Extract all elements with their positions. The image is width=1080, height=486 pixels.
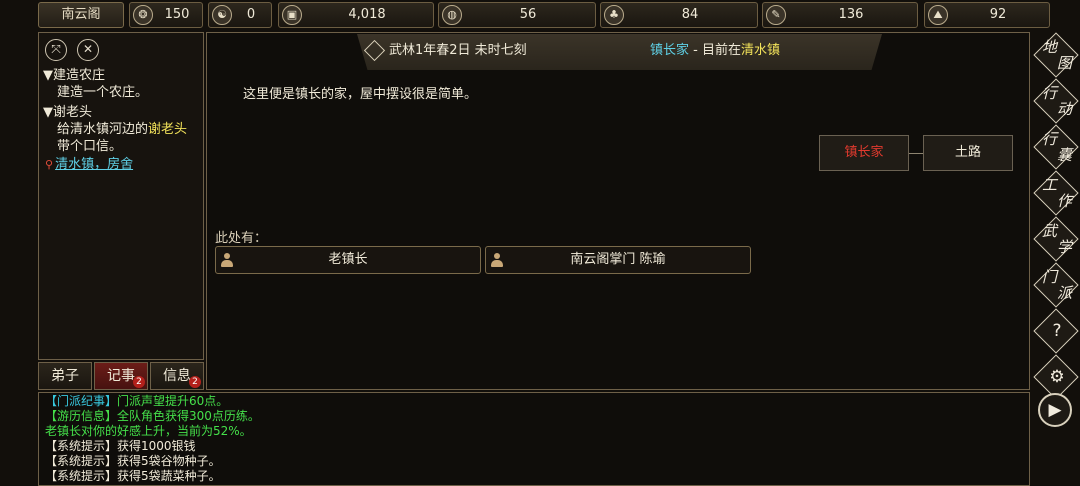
stat-coins: ▣ 4,018	[278, 2, 434, 28]
herb-icon: ♣	[604, 5, 624, 25]
stat-value: 136	[838, 7, 864, 22]
quest-panel: ⤧ ✕ ▼建造农庄 建造一个农庄。 ▼谢老头 给清水镇河边的谢老头 带个口信。 …	[38, 32, 204, 360]
quest-desc-text: 给清水镇河边的	[57, 122, 149, 137]
log-text: 获得1000银钱	[117, 439, 196, 453]
nav-label: 行动	[1042, 84, 1072, 118]
quest-desc-cont: 带个口信。	[57, 139, 123, 154]
stat-wood: ✎ 136	[762, 2, 918, 28]
panel-tabs: 弟子 记事 2 信息 2	[38, 362, 204, 391]
log-line: 【系统提示】获得5袋谷物种子。	[45, 454, 221, 469]
location-pin-icon: ⚲	[45, 158, 54, 171]
nav-action-button[interactable]: 行动	[1033, 78, 1079, 124]
log-tag: 【游历信息】	[45, 409, 118, 423]
sect-name-button[interactable]: 南云阁	[38, 2, 124, 28]
stat-grain: ◍ 56	[438, 2, 596, 28]
game-date: 武林1年春2日 未时七刻	[389, 43, 527, 58]
log-text: 老镇长对你的好感上升，当前为52%。	[45, 424, 252, 438]
stat-prestige: ❂ 150	[129, 2, 203, 28]
log-tag: 【系统提示】	[45, 454, 118, 468]
stat-value: 56	[519, 7, 537, 22]
npc-button[interactable]: 南云阁掌门 陈瑜	[485, 246, 751, 274]
tab-journal[interactable]: 记事 2	[94, 362, 148, 390]
quest-desc: 建造一个农庄。	[57, 85, 149, 100]
here-label: 此处有：	[215, 231, 268, 246]
nav-label: 行囊	[1042, 130, 1072, 164]
prestige-icon: ❂	[133, 5, 153, 25]
log-line: 老镇长对你的好感上升，当前为52%。	[45, 424, 252, 439]
quest-title[interactable]: ▼建造农庄	[43, 67, 105, 84]
nav-label: 地图	[1042, 38, 1072, 72]
close-icon[interactable]: ✕	[77, 39, 99, 61]
scene-panel: 武林1年春2日 未时七刻 镇长家 - 目前在清水镇 这里便是镇长的家，屋中摆设很…	[206, 32, 1030, 390]
help-icon: ?	[1052, 321, 1062, 341]
tab-label: 信息	[163, 368, 191, 384]
current-location: 镇长家 - 目前在清水镇	[650, 34, 780, 68]
nav-work-button[interactable]: 工作	[1033, 170, 1079, 216]
nav-bag-button[interactable]: 行囊	[1033, 124, 1079, 170]
time-location-banner: 武林1年春2日 未时七刻 镇长家 - 目前在清水镇	[357, 34, 882, 70]
log-line: 【系统提示】获得1000银钱	[45, 439, 196, 454]
quest-location-link[interactable]: ⚲ 清水镇，房舍	[45, 156, 133, 173]
nav-martial-button[interactable]: 武学	[1033, 216, 1079, 262]
help-button[interactable]: ?	[1033, 308, 1079, 354]
log-line: 【游历信息】全队角色获得300点历练。	[45, 409, 260, 424]
nav-label: 门派	[1042, 268, 1072, 302]
stat-herbs: ♣ 84	[600, 2, 758, 28]
nav-label: 武学	[1042, 222, 1072, 256]
log-tag: 【门派纪事】	[45, 394, 118, 408]
ore-icon: ⛰	[928, 5, 948, 25]
location-place: 镇长家	[650, 43, 690, 58]
side-nav: 地图 行动 行囊 工作 武学 门派 ? ⚙ ▶	[1033, 32, 1080, 486]
log-tag: 【系统提示】	[45, 469, 118, 483]
quest-title[interactable]: ▼谢老头	[43, 104, 92, 121]
map-node-current[interactable]: 镇长家	[819, 135, 909, 171]
settings-button[interactable]: ⚙	[1033, 354, 1079, 400]
tab-label: 弟子	[51, 368, 79, 384]
npc-name: 老镇长	[328, 252, 368, 267]
resource-bar: 南云阁 ❂ 150 ☯ 0 ▣ 4,018 ◍ 56 ♣ 84 ✎ 136 ⛰ …	[38, 2, 1050, 30]
notification-badge: 2	[133, 376, 145, 388]
message-log[interactable]: 【门派纪事】门派声望提升60点。 【游历信息】全队角色获得300点历练。 老镇长…	[38, 392, 1030, 486]
log-text: 门派声望提升60点。	[117, 394, 229, 408]
gear-icon: ⚙	[1049, 367, 1065, 387]
yin-yang-icon: ☯	[212, 5, 232, 25]
tab-label: 记事	[107, 368, 135, 384]
log-tag: 【系统提示】	[45, 439, 118, 453]
scene-description: 这里便是镇长的家，屋中摆设很是简单。	[243, 87, 478, 102]
log-line: 【门派纪事】门派声望提升60点。	[45, 394, 228, 409]
nav-map-button[interactable]: 地图	[1033, 32, 1079, 78]
nav-label: 工作	[1042, 176, 1072, 210]
quest-desc: 给清水镇河边的谢老头	[57, 121, 187, 138]
log-text: 获得5袋谷物种子。	[117, 454, 221, 468]
stat-value: 84	[681, 7, 699, 22]
quest-npc-highlight: 谢老头	[148, 122, 188, 137]
log-line: 【系统提示】获得5袋蔬菜种子。	[45, 469, 221, 484]
log-text: 全队角色获得300点历练。	[117, 409, 260, 423]
quest-location-text: 清水镇，房舍	[55, 157, 134, 172]
nav-sect-button[interactable]: 门派	[1033, 262, 1079, 308]
play-button[interactable]: ▶	[1038, 393, 1072, 427]
stat-yinyang: ☯ 0	[208, 2, 272, 28]
log-text: 获得5袋蔬菜种子。	[117, 469, 221, 483]
expand-icon[interactable]: ⤧	[45, 39, 67, 61]
tab-disciples[interactable]: 弟子	[38, 362, 92, 390]
stat-ore: ⛰ 92	[924, 2, 1050, 28]
stat-value: 92	[989, 7, 1007, 22]
stat-value: 4,018	[348, 7, 386, 22]
diamond-icon	[363, 39, 386, 62]
npc-button[interactable]: 老镇长	[215, 246, 481, 274]
stat-value: 0	[246, 7, 256, 22]
play-icon: ▶	[1048, 400, 1062, 420]
map-node-road[interactable]: 土路	[923, 135, 1013, 171]
notification-badge: 2	[189, 376, 201, 388]
location-separator: - 目前在	[689, 43, 741, 58]
map-connector	[909, 153, 923, 154]
location-town: 清水镇	[740, 43, 780, 58]
wood-icon: ✎	[766, 5, 786, 25]
grain-bowl-icon: ◍	[442, 5, 462, 25]
tab-messages[interactable]: 信息 2	[150, 362, 204, 390]
coin-icon: ▣	[282, 5, 302, 25]
npc-name: 南云阁掌门 陈瑜	[570, 252, 666, 267]
stat-value: 150	[164, 7, 190, 22]
